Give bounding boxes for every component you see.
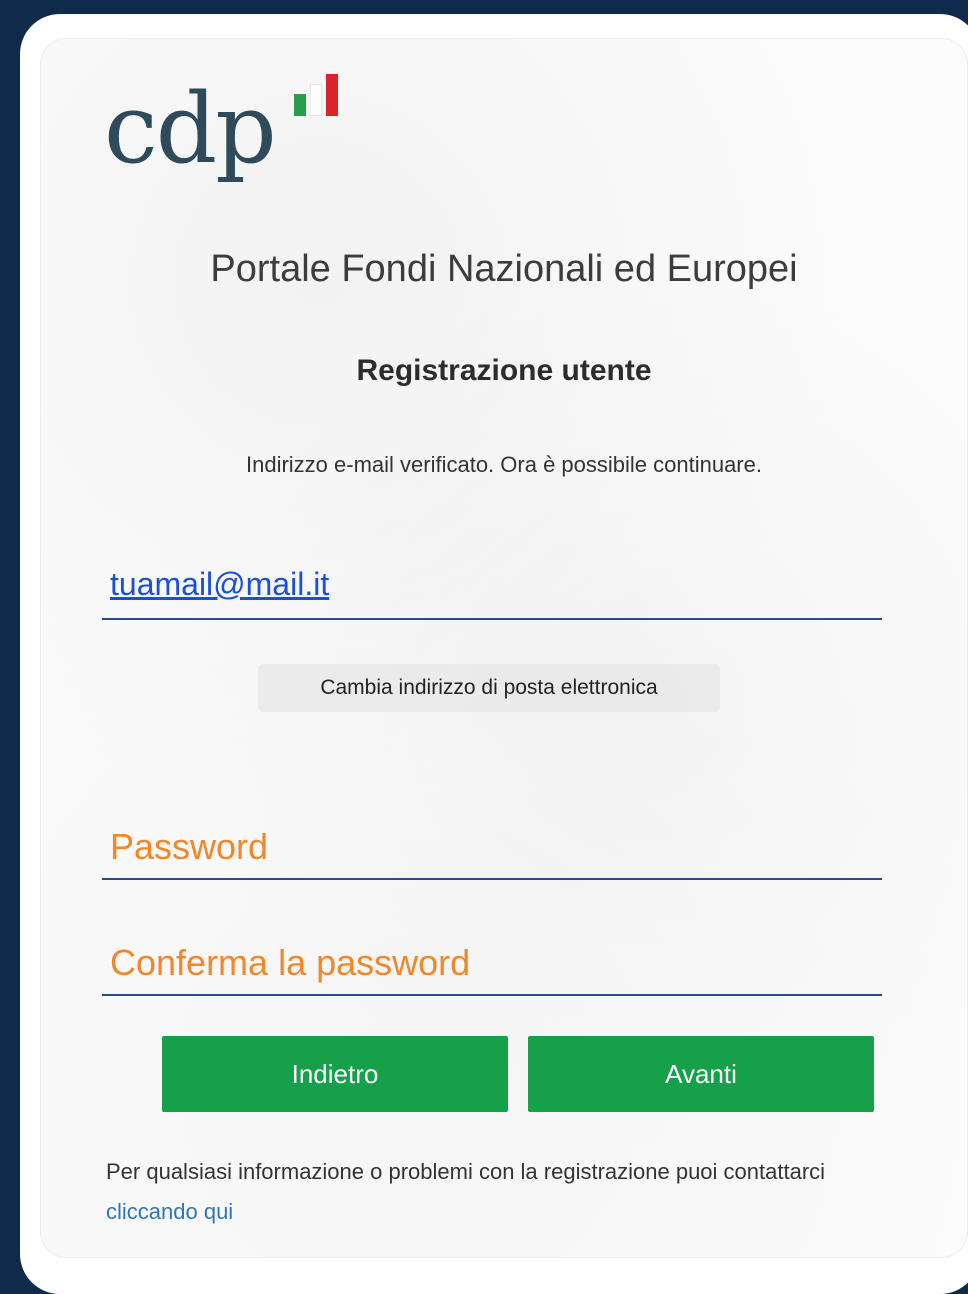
page-title: Portale Fondi Nazionali ed Europei — [210, 248, 798, 290]
italian-flag-icon — [294, 74, 354, 124]
change-email-button[interactable]: Cambia indirizzo di posta elettronica — [258, 664, 720, 712]
flag-green-stripe — [294, 94, 306, 116]
verification-message: Indirizzo e-mail verificato. Ora è possi… — [245, 452, 762, 477]
logo-text: cdp — [104, 73, 277, 185]
flag-red-stripe — [326, 74, 338, 116]
email-address-link[interactable]: tuamail@mail.it — [110, 566, 329, 603]
confirm-password-input[interactable] — [102, 942, 886, 998]
email-underline — [102, 618, 882, 620]
password-field[interactable]: Password — [102, 826, 886, 882]
back-button[interactable]: Indietro — [162, 1036, 508, 1112]
confirm-password-field[interactable]: Conferma la password — [102, 942, 886, 998]
help-text: Per qualsiasi informazione o problemi co… — [106, 1152, 886, 1232]
contact-link[interactable]: cliccando qui — [106, 1199, 233, 1224]
next-button[interactable]: Avanti — [528, 1036, 874, 1112]
password-input[interactable] — [102, 826, 886, 882]
page-subtitle: Registrazione utente — [356, 354, 652, 387]
flag-white-stripe — [310, 84, 322, 116]
cdp-logo: cdp — [104, 74, 364, 214]
help-text-body: Per qualsiasi informazione o problemi co… — [106, 1159, 826, 1184]
